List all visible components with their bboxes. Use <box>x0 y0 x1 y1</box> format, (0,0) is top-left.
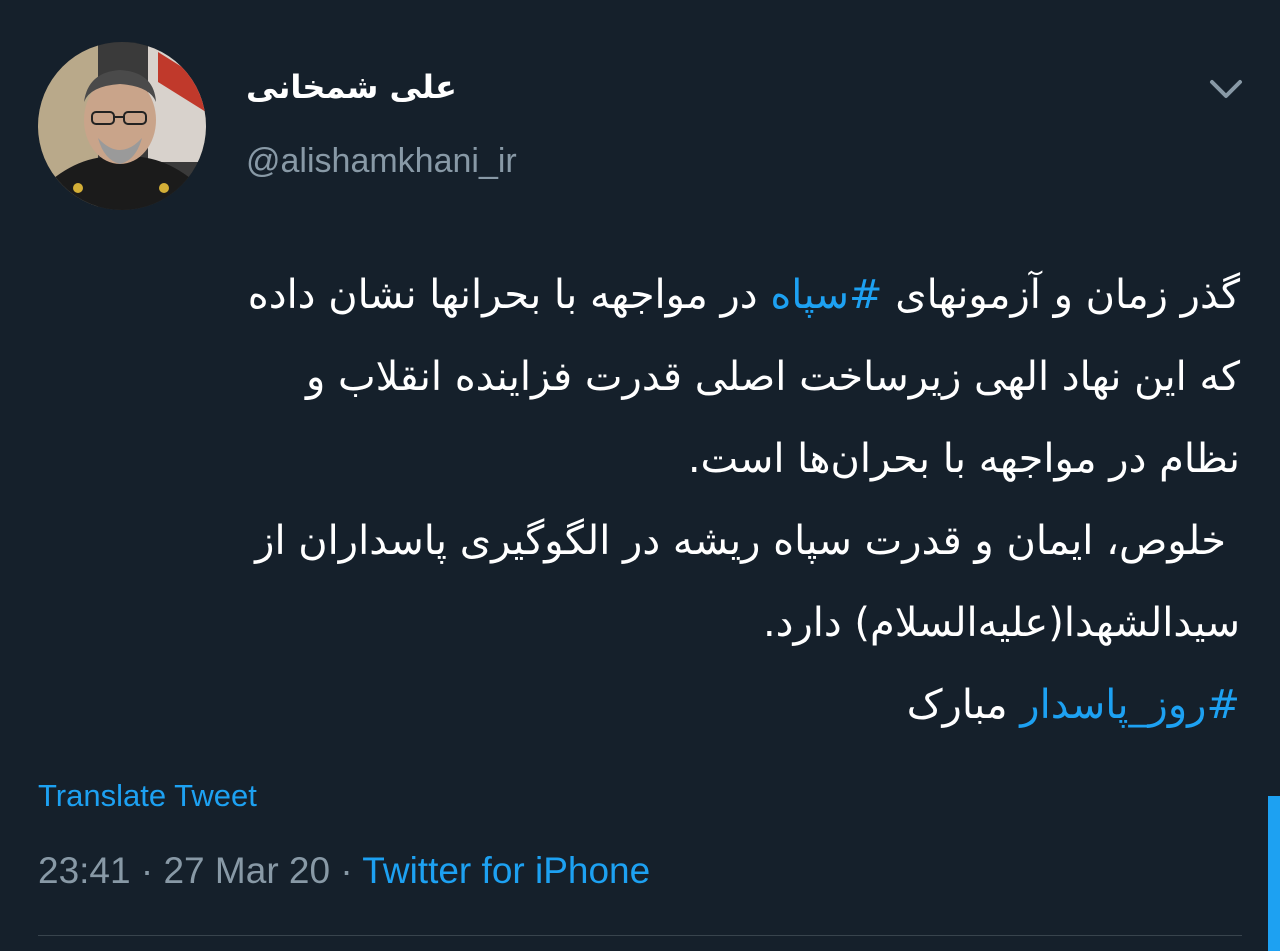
tweet-line: #روز_پاسدار مبارک <box>40 664 1240 746</box>
tweet-line: که این نهاد الهی زیرساخت اصلی قدرت فزاین… <box>305 354 1240 400</box>
display-name[interactable]: علی شمخانی <box>246 68 457 106</box>
scrollbar[interactable] <box>1268 796 1280 951</box>
tweet-date[interactable]: 27 Mar 20 <box>163 850 330 891</box>
meta-separator: · <box>330 850 363 891</box>
chevron-down-icon <box>1210 80 1242 98</box>
tweet-text-segment: در مواجهه با بحرانها نشان داده <box>247 272 771 318</box>
hashtag-link[interactable]: #سپاه <box>770 272 882 318</box>
profile-photo <box>38 42 206 210</box>
tweet-line: گذر زمان و آزمونهای #سپاه در مواجهه با ب… <box>40 254 1240 336</box>
tweet-text: گذر زمان و آزمونهای #سپاه در مواجهه با ب… <box>40 254 1240 746</box>
more-options-button[interactable] <box>1206 72 1246 108</box>
divider <box>38 935 1242 936</box>
tweet-text-segment: مبارک <box>906 682 1021 728</box>
tweet-line: خلوص، ایمان و قدرت سپاه ریشه در الگوگیری… <box>255 518 1226 564</box>
tweet-line: سیدالشهدا(علیه‌السلام) دارد. <box>762 600 1240 646</box>
tweet-text-segment: گذر زمان و آزمونهای <box>882 272 1240 318</box>
translate-tweet-link[interactable]: Translate Tweet <box>38 778 257 814</box>
meta-separator: · <box>130 850 164 891</box>
tweet-source-link[interactable]: Twitter for iPhone <box>362 850 650 891</box>
tweet-metadata: 23:41 · 27 Mar 20 · Twitter for iPhone <box>38 850 650 892</box>
user-handle[interactable]: @alishamkhani_ir <box>246 142 517 181</box>
tweet-time: 23:41 <box>38 850 131 891</box>
hashtag-link[interactable]: #روز_پاسدار <box>1020 682 1240 728</box>
tweet-line: نظام در مواجهه با بحران‌ها است. <box>687 436 1240 482</box>
avatar[interactable] <box>38 42 206 210</box>
